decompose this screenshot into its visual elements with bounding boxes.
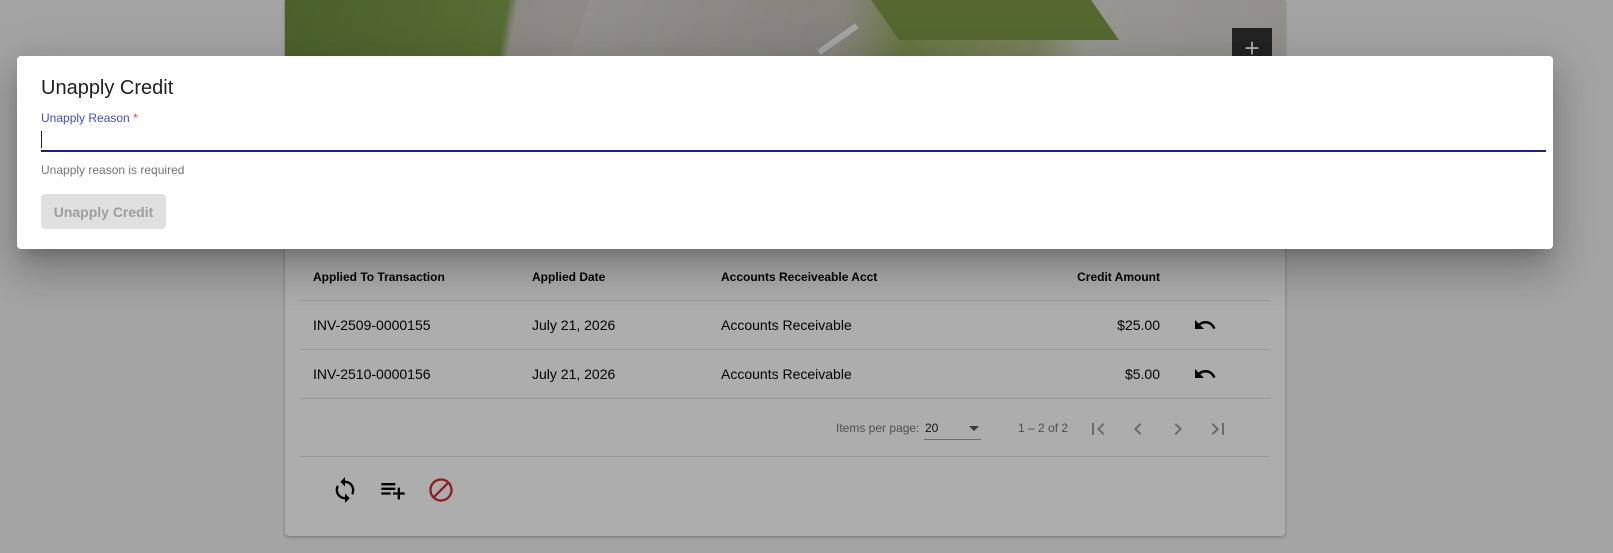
unapply-reason-label-text: Unapply Reason bbox=[41, 111, 130, 125]
unapply-reason-input[interactable] bbox=[41, 128, 1546, 152]
unapply-reason-label: Unapply Reason * bbox=[41, 111, 138, 125]
unapply-reason-error: Unapply reason is required bbox=[41, 163, 185, 177]
unapply-credit-button[interactable]: Unapply Credit bbox=[41, 194, 166, 229]
text-cursor bbox=[41, 131, 42, 148]
required-marker: * bbox=[133, 111, 138, 125]
dialog-title: Unapply Credit bbox=[41, 77, 174, 99]
unapply-credit-dialog: Unapply Credit Unapply Reason * Unapply … bbox=[17, 56, 1553, 249]
